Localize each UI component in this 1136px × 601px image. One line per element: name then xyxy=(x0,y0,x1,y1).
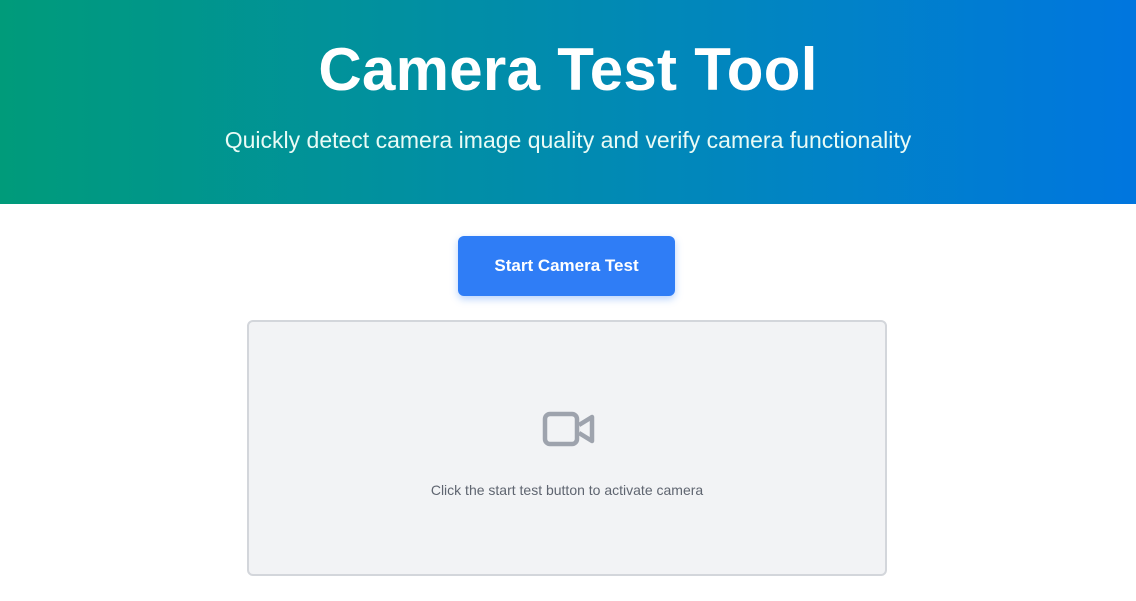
page-subtitle: Quickly detect camera image quality and … xyxy=(224,127,912,153)
video-camera-icon xyxy=(542,411,595,447)
preview-hint-text: Click the start test button to activate … xyxy=(430,482,704,498)
page-title: Camera Test Tool xyxy=(318,36,818,103)
camera-preview-area: Click the start test button to activate … xyxy=(247,320,887,576)
hero-header: Camera Test Tool Quickly detect camera i… xyxy=(0,0,1136,204)
start-camera-test-button[interactable]: Start Camera Test xyxy=(458,236,675,296)
